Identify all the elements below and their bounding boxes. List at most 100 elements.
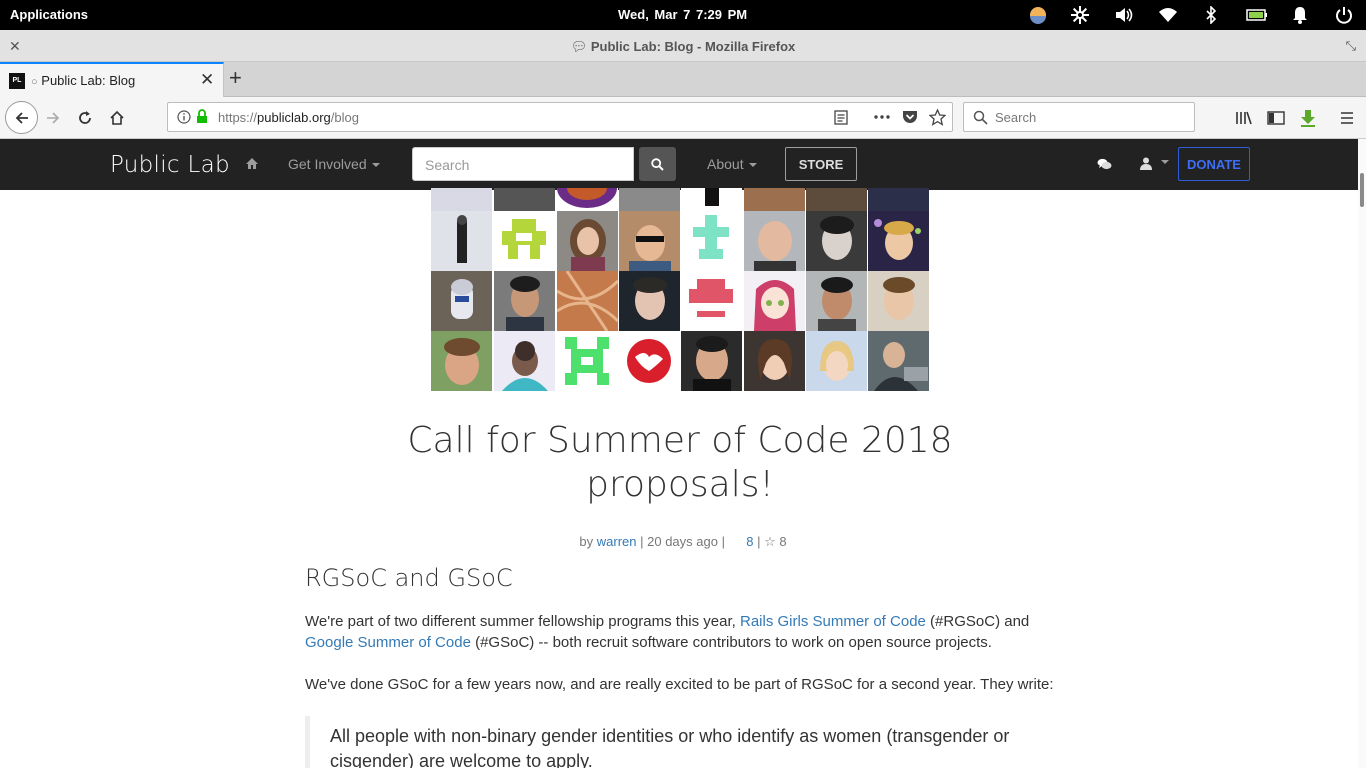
tab-close-icon[interactable]: ✕ <box>200 70 214 90</box>
weather-icon[interactable] <box>1027 4 1049 26</box>
downloads-button[interactable] <box>1292 102 1324 134</box>
url-text[interactable]: https://publiclab.org/blog <box>218 110 359 125</box>
battery-icon[interactable] <box>1246 4 1268 26</box>
caret-down-icon <box>371 163 380 168</box>
notifications-bell-icon[interactable] <box>1289 4 1311 26</box>
avatar <box>494 188 555 211</box>
applications-menu[interactable]: Applications <box>10 7 88 22</box>
avatar <box>681 188 742 211</box>
library-icon <box>1236 111 1252 125</box>
post-byline: by warren | 20 days ago | 8 | ☆ 8 <box>579 534 787 549</box>
gsoc-link[interactable]: Google Summer of Code <box>305 634 471 651</box>
avatar <box>557 188 618 211</box>
avatar <box>681 211 742 271</box>
get-involved-dropdown[interactable]: Get Involved <box>288 156 380 172</box>
bookmark-star-icon[interactable] <box>929 109 946 126</box>
site-search-button[interactable] <box>639 147 676 181</box>
reload-icon <box>79 111 91 124</box>
user-icon <box>1140 157 1152 170</box>
tab-public-lab-blog[interactable]: PL ○ Public Lab: Blog ✕ <box>0 62 224 97</box>
reload-button[interactable] <box>69 102 101 134</box>
reader-view-icon[interactable] <box>834 110 848 125</box>
avatar <box>494 271 555 331</box>
back-button[interactable] <box>5 101 38 134</box>
speech-bubble-icon: 💬︎ <box>570 39 588 54</box>
system-top-bar: Applications Wed, Mar 7 7:29 PM <box>0 0 1366 30</box>
page-scrollbar[interactable] <box>1358 139 1366 768</box>
tab-strip: PL ○ Public Lab: Blog ✕ + <box>0 62 1366 97</box>
blockquote: All people with non-binary gender identi… <box>305 716 1065 768</box>
avatar <box>557 331 618 391</box>
avatar <box>744 331 805 391</box>
search-icon <box>973 110 988 125</box>
window-title-bar: ✕ 💬︎ Public Lab: Blog - Mozilla Firefox … <box>0 30 1366 62</box>
volume-icon[interactable] <box>1113 4 1135 26</box>
rgsoc-link[interactable]: Rails Girls Summer of Code <box>740 613 926 630</box>
avatar <box>619 211 680 271</box>
avatar <box>431 211 492 271</box>
sidebar-button[interactable] <box>1260 102 1292 134</box>
lock-icon[interactable] <box>196 109 208 124</box>
site-navbar: Public Lab Get Involved Search About STO… <box>0 139 1358 190</box>
publiclab-favicon-icon: PL <box>9 73 25 89</box>
avatar <box>681 331 742 391</box>
site-search-input[interactable]: Search <box>412 147 634 181</box>
likes-count: 8 <box>779 534 787 549</box>
avatar <box>619 188 680 211</box>
back-arrow-icon <box>15 111 28 124</box>
power-icon[interactable] <box>1333 4 1355 26</box>
window-title: 💬︎ Public Lab: Blog - Mozilla Firefox <box>570 39 796 54</box>
comments-icon[interactable] <box>1097 158 1112 171</box>
caret-down-icon <box>748 163 757 168</box>
library-button[interactable] <box>1228 102 1260 134</box>
post-title: Call for Summer of Code 2018 proposals! <box>407 420 953 505</box>
clock[interactable]: Wed, Mar 7 7:29 PM <box>618 7 747 22</box>
menu-button[interactable] <box>1331 102 1363 134</box>
network-settings-icon[interactable] <box>1069 4 1091 26</box>
caret-down-icon <box>1161 159 1170 164</box>
window-maximize-icon[interactable]: ⤡ <box>1346 38 1356 54</box>
home-button[interactable] <box>101 102 133 134</box>
user-menu-dropdown[interactable] <box>1140 157 1170 175</box>
bluetooth-icon[interactable] <box>1200 4 1222 26</box>
download-arrow-icon <box>1301 110 1315 127</box>
paragraph: We've done GSoC for a few years now, and… <box>305 676 1054 693</box>
comments-count-link[interactable]: 8 <box>746 534 753 549</box>
author-link[interactable]: warren <box>597 534 637 549</box>
tab-label: ○ Public Lab: Blog <box>31 73 136 88</box>
info-icon[interactable] <box>177 110 191 124</box>
donate-button[interactable]: DONATE <box>1178 147 1250 181</box>
home-icon <box>110 110 124 125</box>
avatar <box>557 211 618 271</box>
about-dropdown[interactable]: About <box>707 156 757 172</box>
avatar <box>494 331 555 391</box>
avatar <box>619 331 680 391</box>
site-brand[interactable]: Public Lab <box>110 152 230 178</box>
avatar <box>868 211 929 271</box>
speech-bubble-icon: ○ <box>31 76 38 88</box>
avatar <box>806 331 867 391</box>
star-icon[interactable]: ☆ <box>764 534 776 549</box>
article-body: RGSoC and GSoC We're part of two differe… <box>305 564 1065 768</box>
avatar <box>619 271 680 331</box>
avatar <box>494 211 555 271</box>
url-bar[interactable]: https://publiclab.org/blog <box>167 102 953 132</box>
wifi-icon[interactable] <box>1157 4 1179 26</box>
hamburger-menu-icon <box>1341 112 1353 124</box>
new-tab-plus-icon[interactable]: + <box>229 65 242 91</box>
forward-button[interactable] <box>37 102 69 134</box>
avatar <box>806 188 867 211</box>
browser-search-input[interactable]: Search <box>963 102 1195 132</box>
page-actions-icon[interactable] <box>874 115 890 119</box>
search-icon <box>651 157 664 171</box>
sidebar-icon <box>1267 111 1285 125</box>
avatar <box>806 211 867 271</box>
avatar <box>744 188 805 211</box>
pocket-icon[interactable] <box>902 110 918 125</box>
avatar <box>744 271 805 331</box>
scrollbar-thumb[interactable] <box>1360 173 1364 207</box>
avatar <box>744 211 805 271</box>
store-button[interactable]: STORE <box>785 147 857 181</box>
avatar <box>431 188 492 211</box>
home-icon[interactable] <box>245 157 259 170</box>
